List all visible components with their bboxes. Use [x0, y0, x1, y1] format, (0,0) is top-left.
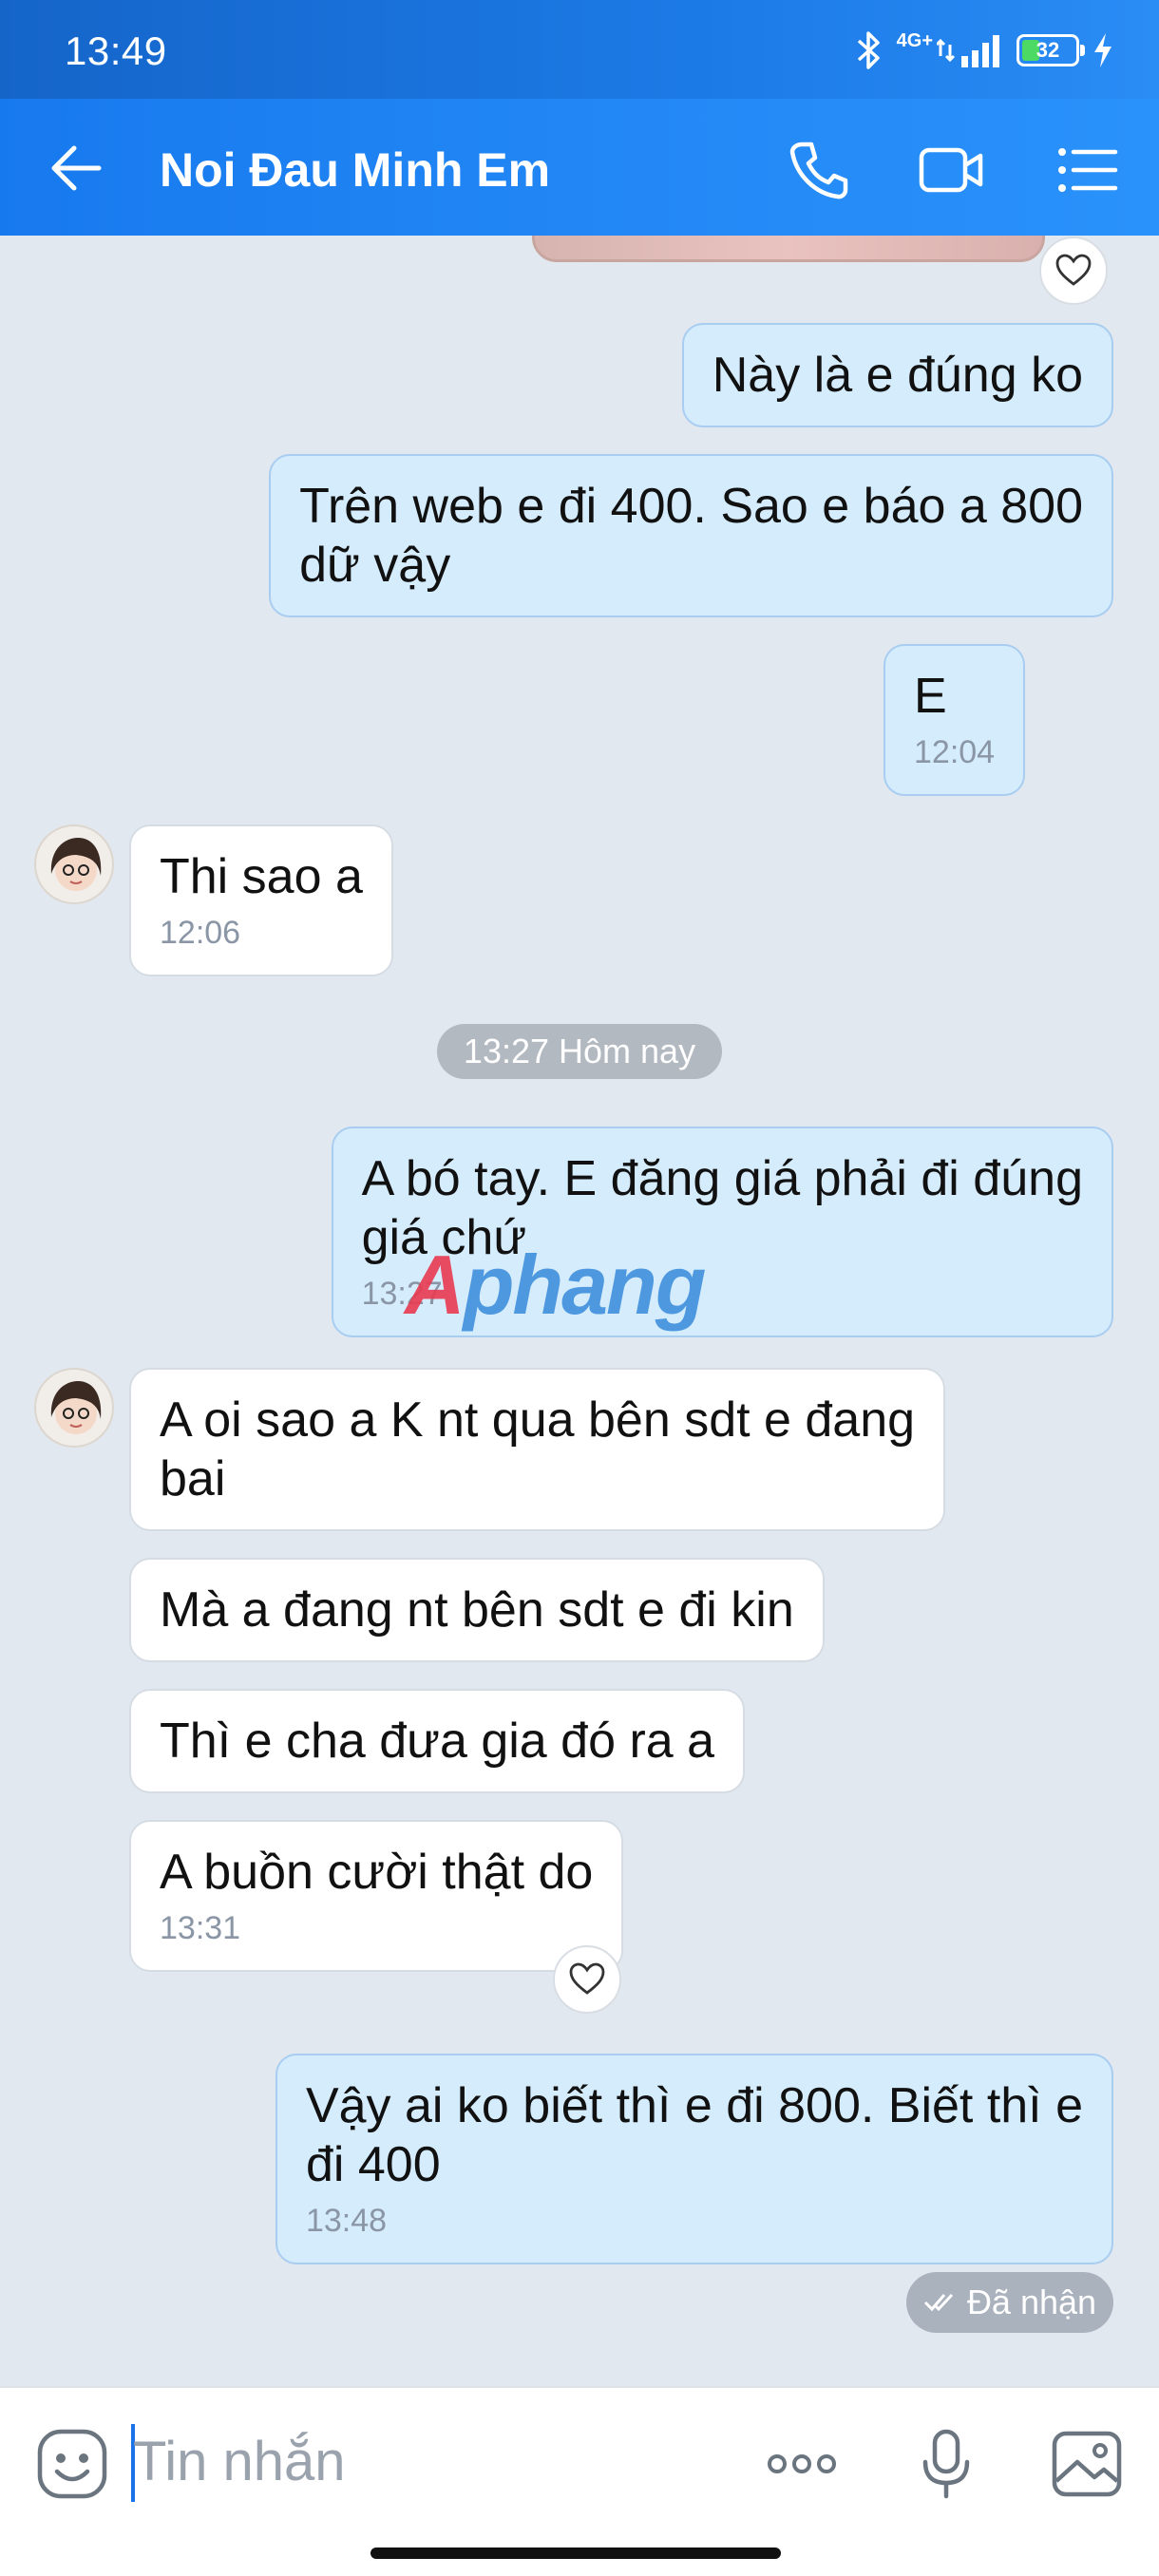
signal-icon: 4G+: [897, 31, 1003, 69]
check-icon: [923, 2293, 954, 2312]
image-icon[interactable]: [1049, 2426, 1125, 2502]
react-heart-button[interactable]: [553, 1945, 621, 2014]
status-time: 13:49: [65, 28, 167, 73]
message-text: đi 400: [305, 2137, 441, 2192]
message-bubble-outgoing[interactable]: E 12:04: [884, 644, 1026, 796]
watermark-logo: Aphang: [405, 1238, 707, 1332]
battery-level: 32: [1036, 38, 1060, 62]
message-text: Vậy ai ko biết thì e đi 800. Biết thì e: [305, 2078, 1083, 2133]
phone-icon[interactable]: [785, 137, 851, 203]
back-arrow-icon[interactable]: [48, 139, 106, 198]
status-bar: 13:49 4G+ 32: [0, 0, 1159, 99]
message-time: 12:06: [160, 915, 241, 951]
message-bubble-incoming[interactable]: A buồn cười thật do 13:31: [129, 1820, 624, 1972]
message-text: Trên web e đi 400. Sao e báo a 800: [299, 479, 1083, 534]
chat-header: Noi Đau Minh Em: [0, 99, 1159, 236]
menu-list-icon[interactable]: [1054, 137, 1121, 203]
contact-avatar[interactable]: [34, 824, 114, 904]
message-time: 13:31: [160, 1910, 241, 1946]
charging-icon: [1094, 33, 1112, 67]
message-time: 13:48: [305, 2203, 388, 2239]
message-text: bai: [160, 1451, 226, 1506]
delivery-status-text: Đã nhận: [966, 2282, 1097, 2321]
message-time: 12:04: [914, 734, 996, 770]
message-input[interactable]: Tin nhắn: [133, 2430, 346, 2493]
status-icons: 4G+ 32: [855, 27, 1113, 74]
message-text: E: [914, 669, 947, 724]
message-text: dữ vậy: [299, 538, 451, 593]
heart-icon: [1055, 254, 1092, 286]
more-icon[interactable]: [764, 2426, 840, 2502]
react-heart-button[interactable]: [1039, 237, 1108, 305]
date-separator: 13:27 Hôm nay: [437, 1024, 722, 1079]
contact-avatar[interactable]: [34, 1368, 114, 1448]
message-text: A bó tay. E đăng giá phải đi đúng: [361, 1151, 1083, 1206]
message-list[interactable]: Này là e đúng ko Trên web e đi 400. Sao …: [0, 236, 1159, 2386]
message-bubble-outgoing[interactable]: Vậy ai ko biết thì e đi 800. Biết thì e …: [275, 2054, 1113, 2264]
message-input-bar: Tin nhắn: [0, 2386, 1159, 2576]
message-text: Này là e đúng ko: [712, 348, 1083, 403]
bluetooth-icon: [857, 31, 880, 69]
message-bubble-incoming[interactable]: Thì e cha đưa gia đó ra a: [129, 1689, 746, 1793]
image-message-preview[interactable]: [532, 236, 1045, 262]
video-call-icon[interactable]: [918, 137, 984, 203]
message-bubble-outgoing[interactable]: Này là e đúng ko: [681, 323, 1113, 427]
message-text: A buồn cười thật do: [160, 1845, 594, 1900]
message-text: Thì e cha đưa gia đó ra a: [160, 1714, 715, 1769]
message-text: Thi sao a: [160, 849, 363, 904]
message-bubble-incoming[interactable]: Mà a đang nt bên sdt e đi kin: [129, 1558, 825, 1662]
emoji-icon[interactable]: [34, 2426, 110, 2502]
microphone-icon[interactable]: [908, 2426, 984, 2502]
message-bubble-outgoing[interactable]: Trên web e đi 400. Sao e báo a 800 dữ vậ…: [269, 454, 1113, 617]
delivery-status-badge: Đã nhận: [906, 2272, 1113, 2333]
message-bubble-incoming[interactable]: Thi sao a 12:06: [129, 824, 393, 976]
contact-name[interactable]: Noi Đau Minh Em: [160, 142, 550, 198]
message-text: A oi sao a K nt qua bên sdt e đang: [160, 1392, 916, 1448]
heart-icon: [569, 1962, 605, 1995]
message-bubble-incoming[interactable]: A oi sao a K nt qua bên sdt e đang bai: [129, 1368, 946, 1531]
battery-icon: 32: [1016, 34, 1085, 66]
home-indicator[interactable]: [370, 2548, 781, 2559]
message-text: Mà a đang nt bên sdt e đi kin: [160, 1582, 794, 1638]
network-label: 4G+: [896, 30, 933, 51]
